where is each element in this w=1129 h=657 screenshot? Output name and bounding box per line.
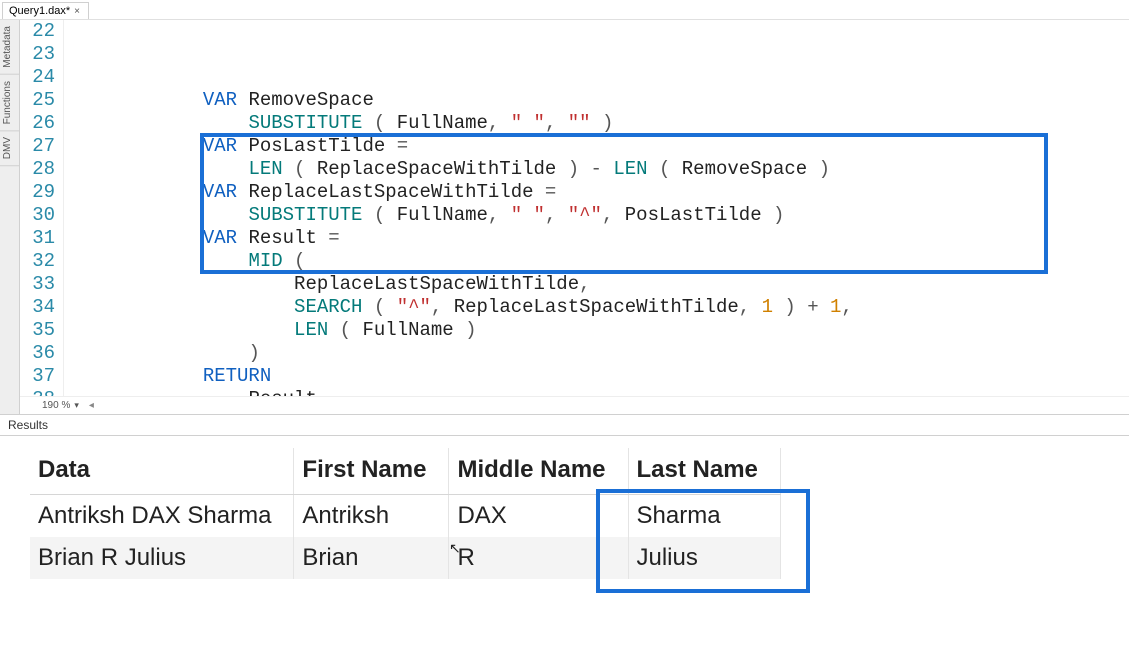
code-editor[interactable]: VAR RemoveSpace SUBSTITUTE ( FullName, "… — [64, 20, 1129, 396]
code-line[interactable]: MID ( — [66, 250, 1129, 273]
code-line[interactable]: SEARCH ( "^", ReplaceLastSpaceWithTilde,… — [66, 296, 1129, 319]
zoom-value[interactable]: 190 % — [42, 400, 70, 411]
code-line[interactable]: VAR PosLastTilde = — [66, 135, 1129, 158]
table-cell: R — [449, 537, 628, 579]
results-header: Results — [0, 415, 1129, 436]
side-tab-metadata[interactable]: Metadata — [0, 20, 19, 75]
close-icon[interactable]: × — [74, 6, 80, 17]
code-line[interactable]: RETURN — [66, 365, 1129, 388]
table-row[interactable]: Brian R JuliusBrianRJulius — [30, 537, 780, 579]
scroll-left-icon[interactable]: ◂ — [89, 400, 94, 411]
line-gutter: 2223242526272829303132333435363738 — [20, 20, 64, 396]
side-tabs: Metadata Functions DMV — [0, 20, 20, 414]
chevron-down-icon[interactable]: ▾ — [74, 400, 79, 411]
col-header[interactable]: Middle Name — [449, 448, 628, 495]
tab-title: Query1.dax* — [9, 5, 70, 17]
col-header[interactable]: Last Name — [628, 448, 780, 495]
code-line[interactable]: LEN ( ReplaceSpaceWithTilde ) - LEN ( Re… — [66, 158, 1129, 181]
code-line[interactable]: VAR ReplaceLastSpaceWithTilde = — [66, 181, 1129, 204]
col-header[interactable]: First Name — [294, 448, 449, 495]
table-cell: Antriksh DAX Sharma — [30, 495, 294, 538]
editor-area: 2223242526272829303132333435363738 VAR R… — [20, 20, 1129, 414]
col-header[interactable]: Data — [30, 448, 294, 495]
code-line[interactable]: ) — [66, 342, 1129, 365]
tab-query1[interactable]: Query1.dax* × — [2, 2, 89, 19]
code-scroll[interactable]: 2223242526272829303132333435363738 VAR R… — [20, 20, 1129, 396]
table-row[interactable]: Antriksh DAX SharmaAntrikshDAXSharma — [30, 495, 780, 538]
code-line[interactable]: ReplaceLastSpaceWithTilde, — [66, 273, 1129, 296]
table-cell: Brian — [294, 537, 449, 579]
code-line[interactable]: VAR Result = — [66, 227, 1129, 250]
code-line[interactable]: Result — [66, 388, 1129, 396]
results-label: Results — [8, 418, 48, 432]
editor-region: Metadata Functions DMV 22232425262728293… — [0, 20, 1129, 415]
zoom-bar: 190 % ▾ ◂ — [20, 396, 1129, 414]
table-cell: Antriksh — [294, 495, 449, 538]
results-table: Data First Name Middle Name Last Name An… — [30, 448, 781, 579]
code-line[interactable]: SUBSTITUTE ( FullName, " ", "^", PosLast… — [66, 204, 1129, 227]
tab-bar: Query1.dax* × — [0, 0, 1129, 20]
code-line[interactable]: LEN ( FullName ) — [66, 319, 1129, 342]
side-tab-dmv[interactable]: DMV — [0, 131, 19, 166]
table-cell: Sharma — [628, 495, 780, 538]
code-line[interactable]: SUBSTITUTE ( FullName, " ", "" ) — [66, 112, 1129, 135]
results-pane: Data First Name Middle Name Last Name An… — [0, 436, 1129, 595]
table-cell: Julius — [628, 537, 780, 579]
table-cell: DAX — [449, 495, 628, 538]
code-line[interactable]: VAR RemoveSpace — [66, 89, 1129, 112]
side-tab-functions[interactable]: Functions — [0, 75, 19, 131]
table-cell: Brian R Julius — [30, 537, 294, 579]
